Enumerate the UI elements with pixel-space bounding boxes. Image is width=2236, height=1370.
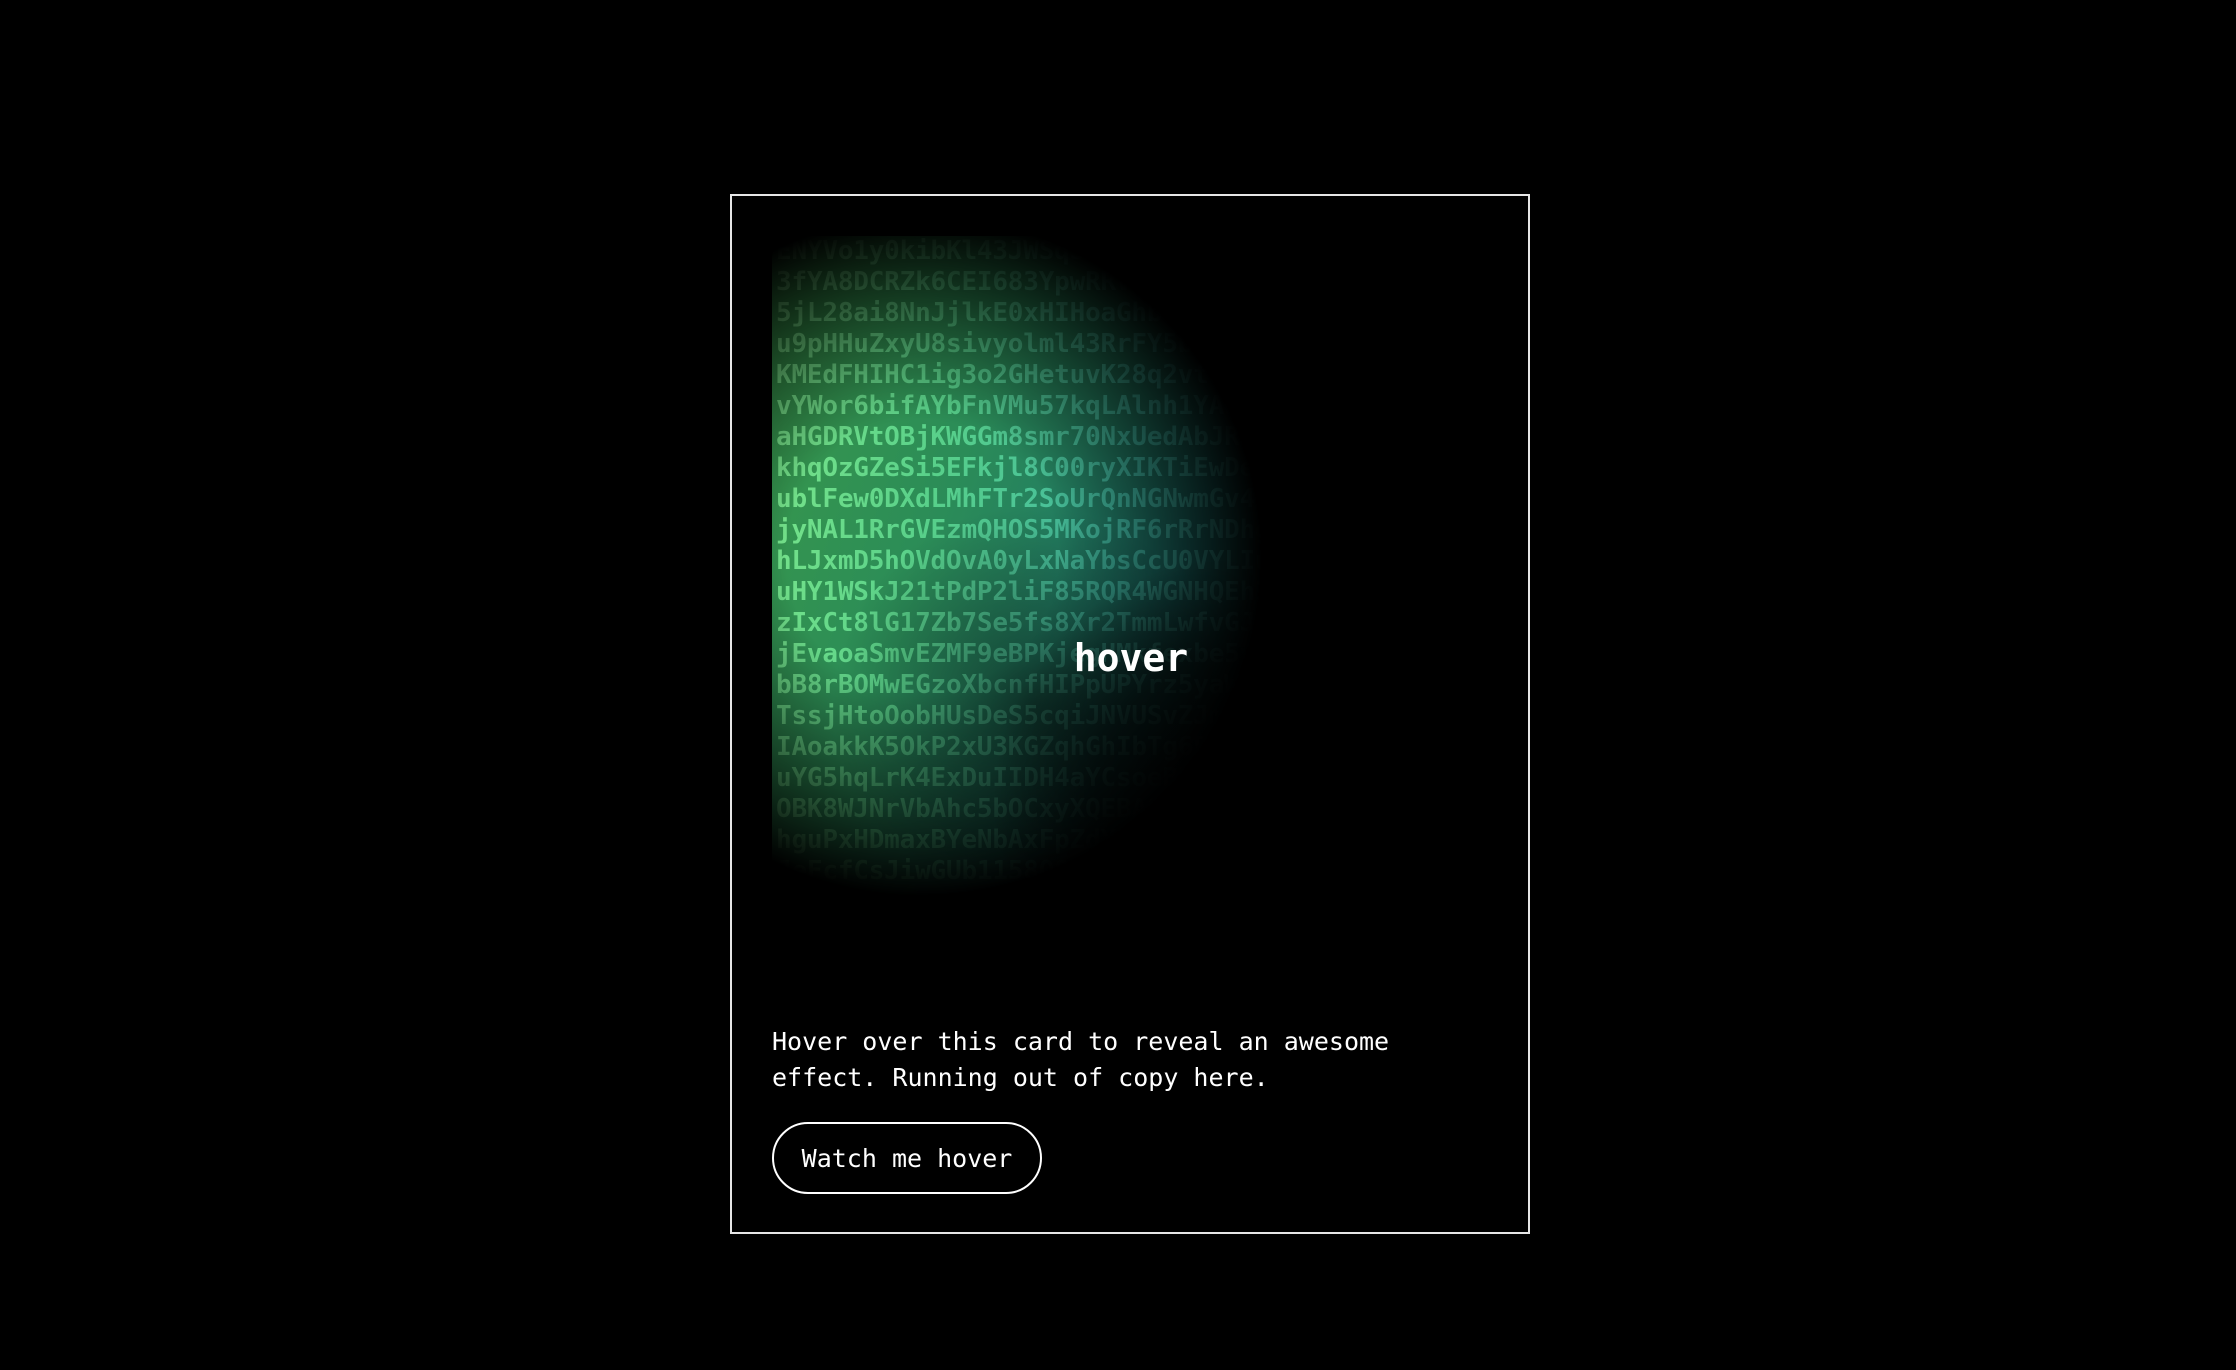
- card-description: Hover over this card to reveal an awesom…: [772, 1027, 1390, 1092]
- matrix-code-effect: ENYVo1y0kibKl43JWSqS5uBi2HwiYc 3fYA8DCRZ…: [772, 236, 1490, 916]
- hover-label: hover: [1073, 636, 1189, 680]
- watch-me-hover-button[interactable]: Watch me hover: [772, 1122, 1042, 1194]
- random-code-text: ENYVo1y0kibKl43JWSqS5uBi2HwiYc 3fYA8DCRZ…: [776, 236, 1333, 886]
- card-visual[interactable]: ENYVo1y0kibKl43JWSqS5uBi2HwiYc 3fYA8DCRZ…: [772, 236, 1490, 916]
- effect-card[interactable]: ENYVo1y0kibKl43JWSqS5uBi2HwiYc 3fYA8DCRZ…: [730, 194, 1530, 1234]
